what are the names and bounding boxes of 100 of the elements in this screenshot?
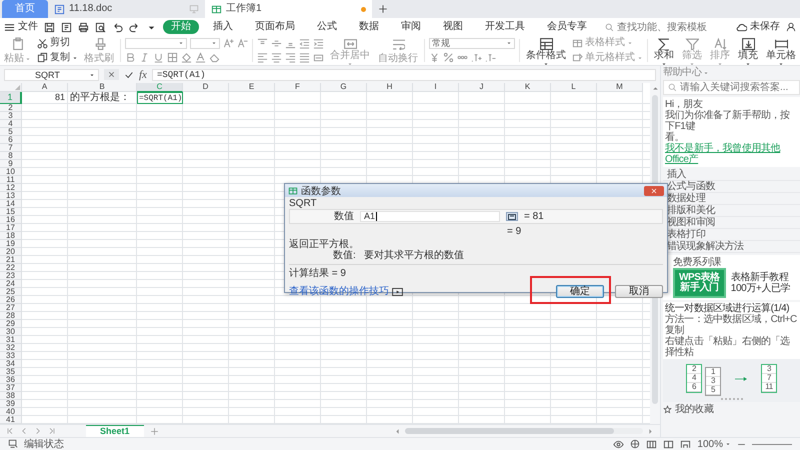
eraser-icon[interactable] <box>209 52 220 64</box>
row-header[interactable]: 16 <box>0 216 22 224</box>
cut-button[interactable]: 剪切 <box>37 37 78 50</box>
bold-icon[interactable] <box>125 52 136 64</box>
formula-field[interactable]: =SQRT(A1) <box>152 68 656 80</box>
font-name-field[interactable] <box>125 38 187 49</box>
row-header[interactable]: 24 <box>0 280 22 288</box>
row-header[interactable]: 25 <box>0 288 22 296</box>
increase-indent-icon[interactable] <box>313 38 324 49</box>
beginner-link[interactable]: 我不是新手，我曾使用其他Office产 <box>665 143 798 165</box>
scroll-right-icon[interactable] <box>647 428 654 434</box>
row-header[interactable]: 35 <box>0 368 22 376</box>
menu-tab[interactable]: 页面布局 <box>247 20 303 34</box>
row-header[interactable]: 11 <box>0 176 22 184</box>
row-header[interactable]: 13 <box>0 192 22 200</box>
row-header[interactable]: 18 <box>0 232 22 240</box>
column-header[interactable]: I <box>413 83 459 92</box>
favorites-button[interactable]: 我的收藏 <box>663 404 800 415</box>
row-header[interactable]: 40 <box>0 408 22 416</box>
justify-icon[interactable] <box>299 52 310 64</box>
sum-button[interactable]: 求和 <box>652 36 676 65</box>
align-center-icon[interactable] <box>271 52 282 64</box>
scroll-left-icon[interactable] <box>394 428 401 434</box>
row-header[interactable]: 32 <box>0 344 22 352</box>
course-card[interactable]: 免费系列课 WPS表格 新手入门 表格新手教程 100万+人已学 <box>663 255 800 300</box>
row-header[interactable]: 37 <box>0 384 22 392</box>
row-header[interactable]: 41 <box>0 416 22 424</box>
menu-tab[interactable]: 会员专享 <box>539 20 595 34</box>
row-header[interactable]: 20 <box>0 248 22 256</box>
page-break-view-icon[interactable] <box>680 438 692 450</box>
next-sheet-icon[interactable] <box>34 427 42 435</box>
row-header[interactable]: 6 <box>0 136 22 144</box>
print-preview-icon[interactable] <box>95 22 106 32</box>
globe-icon[interactable] <box>630 439 640 449</box>
row-header[interactable]: 14 <box>0 200 22 208</box>
search-field[interactable]: 查找功能、搜索模板 <box>605 22 717 32</box>
page-view-icon[interactable] <box>663 438 674 450</box>
menu-tab[interactable]: 开发工具 <box>477 20 533 34</box>
row-header[interactable]: 19 <box>0 240 22 248</box>
user-icon[interactable] <box>786 22 796 32</box>
row-header[interactable]: 2 <box>0 104 22 112</box>
close-button[interactable] <box>644 186 664 196</box>
row-header[interactable]: 10 <box>0 168 22 176</box>
print-icon[interactable] <box>78 22 89 32</box>
redo-icon[interactable] <box>129 22 140 32</box>
row-header[interactable]: 29 <box>0 320 22 328</box>
row-header[interactable]: 5 <box>0 128 22 136</box>
cancel-button[interactable]: 取消 <box>615 285 663 298</box>
column-header[interactable]: A <box>22 83 68 92</box>
align-right-icon[interactable] <box>285 52 296 64</box>
row-header[interactable]: 23 <box>0 272 22 280</box>
fill-button[interactable]: 填充 <box>736 36 760 65</box>
row-header[interactable]: 30 <box>0 328 22 336</box>
check-icon[interactable] <box>124 70 134 80</box>
column-header[interactable]: B <box>68 83 137 92</box>
ok-button[interactable]: 确定 <box>556 285 604 298</box>
new-tab-button[interactable] <box>378 4 388 14</box>
column-header[interactable]: D <box>183 83 229 92</box>
row-header[interactable]: 38 <box>0 392 22 400</box>
row-header[interactable]: 15 <box>0 208 22 216</box>
underline-icon[interactable] <box>153 52 164 64</box>
save-icon[interactable] <box>44 22 55 32</box>
save-status[interactable]: 未保存 <box>736 21 780 33</box>
document-icon[interactable] <box>61 22 72 32</box>
help-topic[interactable]: 插入 <box>663 169 800 181</box>
fill-color-icon[interactable] <box>181 52 192 64</box>
row-header[interactable]: 36 <box>0 376 22 384</box>
add-sheet-icon[interactable] <box>150 426 159 436</box>
italic-icon[interactable] <box>139 52 150 64</box>
eye-icon[interactable] <box>613 438 624 450</box>
first-sheet-icon[interactable] <box>6 427 14 435</box>
column-header[interactable]: M <box>597 83 643 92</box>
table-cell[interactable]: 81 <box>22 92 68 104</box>
row-header[interactable]: 39 <box>0 400 22 408</box>
decrease-indent-icon[interactable] <box>299 38 310 49</box>
font-color-icon[interactable] <box>195 52 206 64</box>
row-header[interactable]: 21 <box>0 256 22 264</box>
menu-tab[interactable]: 数据 <box>351 20 387 34</box>
table-cell[interactable]: =SQRT(A1) <box>137 92 183 104</box>
menu-tab[interactable]: 视图 <box>435 20 471 34</box>
argument-field[interactable]: A1 <box>360 211 500 222</box>
zoom-level[interactable]: 100% <box>697 438 731 450</box>
row-header[interactable]: 4 <box>0 120 22 128</box>
align-left-icon[interactable] <box>257 52 268 64</box>
normal-view-icon[interactable] <box>646 438 658 450</box>
conditional-format-button[interactable]: 条件格式 <box>524 36 568 65</box>
copy-button[interactable]: 复制 <box>37 52 78 64</box>
video-icon[interactable] <box>392 288 403 296</box>
row-header[interactable]: 8 <box>0 152 22 160</box>
file-menu[interactable]: 文件 <box>4 21 38 33</box>
undo-icon[interactable] <box>112 22 123 32</box>
document-tab[interactable]: 11.18.doc <box>48 0 205 18</box>
row-header[interactable]: 12 <box>0 184 22 192</box>
grow-font-icon[interactable] <box>223 38 234 49</box>
document-tab[interactable]: 工作簿1 <box>205 0 372 18</box>
row-header[interactable]: 34 <box>0 360 22 368</box>
row-header[interactable]: 31 <box>0 336 22 344</box>
percent-icon[interactable] <box>443 52 454 64</box>
insert-function-button[interactable]: fx <box>139 68 147 80</box>
number-format-field[interactable]: 常规 <box>429 38 515 49</box>
